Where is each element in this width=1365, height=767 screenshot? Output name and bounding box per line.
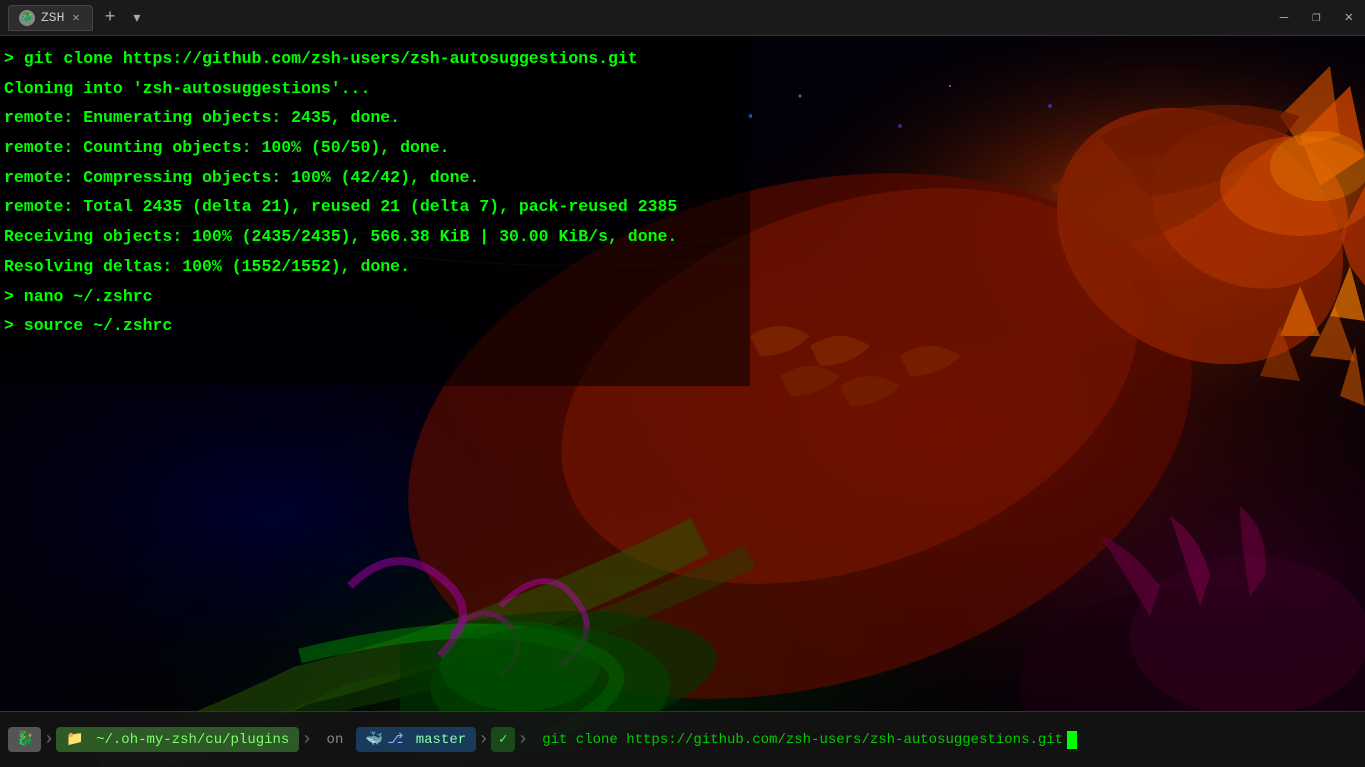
terminal-cursor xyxy=(1067,731,1077,749)
terminal-wrapper: > git clone https://github.com/zsh-users… xyxy=(0,36,1365,767)
close-button[interactable]: ✕ xyxy=(1341,7,1357,28)
arrow-4: › xyxy=(517,730,528,750)
add-tab-button[interactable]: + xyxy=(101,8,120,28)
terminal-line-6: Receiving objects: 100% (2435/2435), 566… xyxy=(4,222,1365,252)
terminal-line-0: > git clone https://github.com/zsh-users… xyxy=(4,44,1365,74)
tab-close-button[interactable]: ✕ xyxy=(70,10,81,25)
branch-icon: ⎇ xyxy=(387,731,403,748)
titlebar: 🐉 ZSH ✕ + ▾ — ❐ ✕ xyxy=(0,0,1365,36)
terminal-line-7: Resolving deltas: 100% (1552/1552), done… xyxy=(4,252,1365,282)
folder-icon: 📁 xyxy=(66,731,83,748)
terminal-line-5: remote: Total 2435 (delta 21), reused 21… xyxy=(4,192,1365,222)
minimize-button[interactable]: — xyxy=(1276,8,1292,28)
terminal-output: > git clone https://github.com/zsh-users… xyxy=(0,36,1365,341)
active-tab[interactable]: 🐉 ZSH ✕ xyxy=(8,5,93,31)
statusbar-command-text: git clone https://github.com/zsh-users/z… xyxy=(530,727,1089,753)
statusbar: 🐉 › 📁 ~/.oh-my-zsh/cu/plugins › on 🐳 ⎇ m… xyxy=(0,711,1365,767)
terminal-line-9: > source ~/.zshrc xyxy=(4,311,1365,341)
statusbar-path-segment: 📁 ~/.oh-my-zsh/cu/plugins xyxy=(56,727,299,752)
arrow-1: › xyxy=(43,730,54,750)
arrow-3: › xyxy=(478,730,489,750)
terminal-line-3: remote: Counting objects: 100% (50/50), … xyxy=(4,133,1365,163)
terminal-line-1: Cloning into 'zsh-autosuggestions'... xyxy=(4,74,1365,104)
check-icon: ✓ xyxy=(499,731,507,748)
tab-icon: 🐉 xyxy=(19,10,35,26)
statusbar-branch-segment: 🐳 ⎇ master xyxy=(356,727,476,752)
terminal-line-4: remote: Compressing objects: 100% (42/42… xyxy=(4,163,1365,193)
arrow-2: › xyxy=(301,730,312,750)
tab-label: ZSH xyxy=(41,10,64,25)
terminal-line-2: remote: Enumerating objects: 2435, done. xyxy=(4,103,1365,133)
path-text: ~/.oh-my-zsh/cu/plugins xyxy=(88,732,290,748)
titlebar-controls: — ❐ ✕ xyxy=(1276,7,1357,28)
statusbar-on-label: on xyxy=(314,728,356,752)
statusbar-check-segment: ✓ xyxy=(491,727,515,752)
node-icon: 🐳 xyxy=(366,731,383,748)
titlebar-left: 🐉 ZSH ✕ + ▾ xyxy=(8,5,146,31)
tab-dropdown-button[interactable]: ▾ xyxy=(127,7,146,29)
branch-text: master xyxy=(407,732,466,748)
maximize-button[interactable]: ❐ xyxy=(1308,7,1324,28)
os-icon: 🐉 xyxy=(16,731,33,748)
terminal-line-8: > nano ~/.zshrc xyxy=(4,282,1365,312)
command-text: git clone https://github.com/zsh-users/z… xyxy=(542,732,1063,748)
statusbar-os-segment: 🐉 xyxy=(8,727,41,752)
